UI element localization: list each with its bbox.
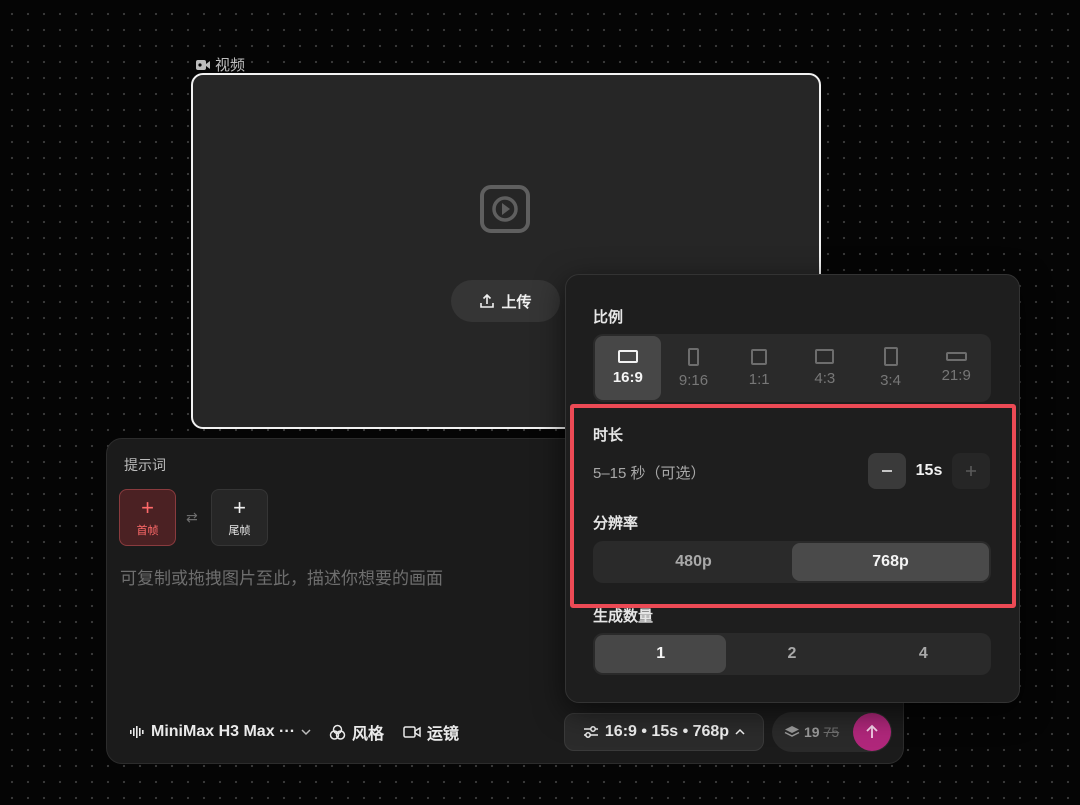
credits-original-value: 75 bbox=[823, 724, 840, 740]
count-option-4[interactable]: 4 bbox=[858, 635, 989, 673]
ratio-label: 21:9 bbox=[941, 367, 971, 384]
camera-icon bbox=[403, 726, 421, 738]
ratio-label: 9:16 bbox=[678, 371, 709, 389]
generation-settings-toggle[interactable]: 16:9 • 15s • 768p bbox=[564, 713, 764, 751]
first-frame-button[interactable]: + 首帧 bbox=[119, 489, 176, 546]
send-button[interactable] bbox=[853, 713, 891, 751]
video-label-text: 视频 bbox=[215, 57, 246, 74]
ratio-label: 4:3 bbox=[814, 370, 836, 387]
plus-icon: + bbox=[233, 494, 246, 520]
credits-cost: 19 75 bbox=[784, 722, 839, 742]
ratio-portrait-icon bbox=[688, 347, 699, 366]
last-frame-label: 尾帧 bbox=[228, 524, 251, 537]
plus-icon: + bbox=[141, 494, 154, 520]
video-camera-icon bbox=[196, 59, 210, 70]
first-frame-label: 首帧 bbox=[136, 524, 159, 537]
style-button[interactable]: 风格 bbox=[329, 720, 384, 744]
model-name: MiniMax H3 Max ··· bbox=[151, 723, 296, 740]
ratio-square-icon bbox=[751, 348, 768, 365]
video-play-icon bbox=[480, 185, 530, 233]
ratio-landscape-icon bbox=[617, 350, 638, 363]
last-frame-button[interactable]: + 尾帧 bbox=[211, 489, 268, 546]
sliders-icon bbox=[583, 726, 598, 738]
arrow-up-icon bbox=[866, 724, 878, 738]
prompt-title: 提示词 bbox=[124, 457, 166, 473]
ratio-section-title: 比例 bbox=[593, 309, 624, 326]
ratio-wide-icon bbox=[945, 352, 967, 361]
style-icon bbox=[329, 724, 346, 740]
upload-icon bbox=[480, 293, 495, 308]
camera-movement-button[interactable]: 运镜 bbox=[403, 720, 459, 744]
highlight-annotation-box bbox=[570, 404, 1016, 608]
swap-frames-icon[interactable]: ⇄ bbox=[186, 509, 198, 526]
upload-button-label: 上传 bbox=[501, 293, 532, 311]
video-section-label: 视频 bbox=[195, 54, 245, 75]
model-selector[interactable]: MiniMax H3 Max ··· bbox=[129, 720, 311, 744]
count-option-2[interactable]: 2 bbox=[726, 635, 857, 673]
ratio-portrait-icon bbox=[883, 347, 898, 366]
count-option-1[interactable]: 1 bbox=[595, 635, 727, 673]
ratio-label: 1:1 bbox=[748, 370, 770, 388]
credits-value: 19 bbox=[804, 724, 820, 740]
ratio-option-3-4[interactable]: 3:4 bbox=[858, 336, 924, 400]
count-section-title: 生成数量 bbox=[593, 608, 654, 625]
ratio-option-1-1[interactable]: 1:1 bbox=[726, 336, 792, 400]
chevron-down-icon bbox=[301, 729, 311, 736]
ratio-option-21-9[interactable]: 21:9 bbox=[923, 336, 989, 400]
ratio-option-4-3[interactable]: 4:3 bbox=[792, 336, 858, 400]
prompt-input[interactable]: 可复制或拖拽图片至此，描述你想要的画面 bbox=[120, 564, 443, 589]
waveform-icon bbox=[130, 726, 144, 738]
ratio-landscape-icon bbox=[815, 349, 835, 364]
chevron-up-icon bbox=[735, 728, 745, 735]
ratio-label: 16:9 bbox=[612, 369, 643, 386]
generation-count-selector: 1 2 4 bbox=[593, 633, 991, 675]
style-label: 风格 bbox=[352, 726, 385, 743]
ratio-option-16-9[interactable]: 16:9 bbox=[595, 336, 661, 400]
credits-stack-icon bbox=[784, 726, 800, 737]
ratio-label: 3:4 bbox=[880, 372, 901, 389]
aspect-ratio-selector: 16:9 9:16 1:1 4:3 3:4 21:9 bbox=[593, 334, 991, 402]
settings-summary: 16:9 • 15s • 768p bbox=[604, 723, 730, 740]
upload-button[interactable]: 上传 bbox=[451, 280, 560, 322]
camera-label: 运镜 bbox=[427, 726, 460, 743]
ratio-option-9-16[interactable]: 9:16 bbox=[661, 336, 727, 400]
